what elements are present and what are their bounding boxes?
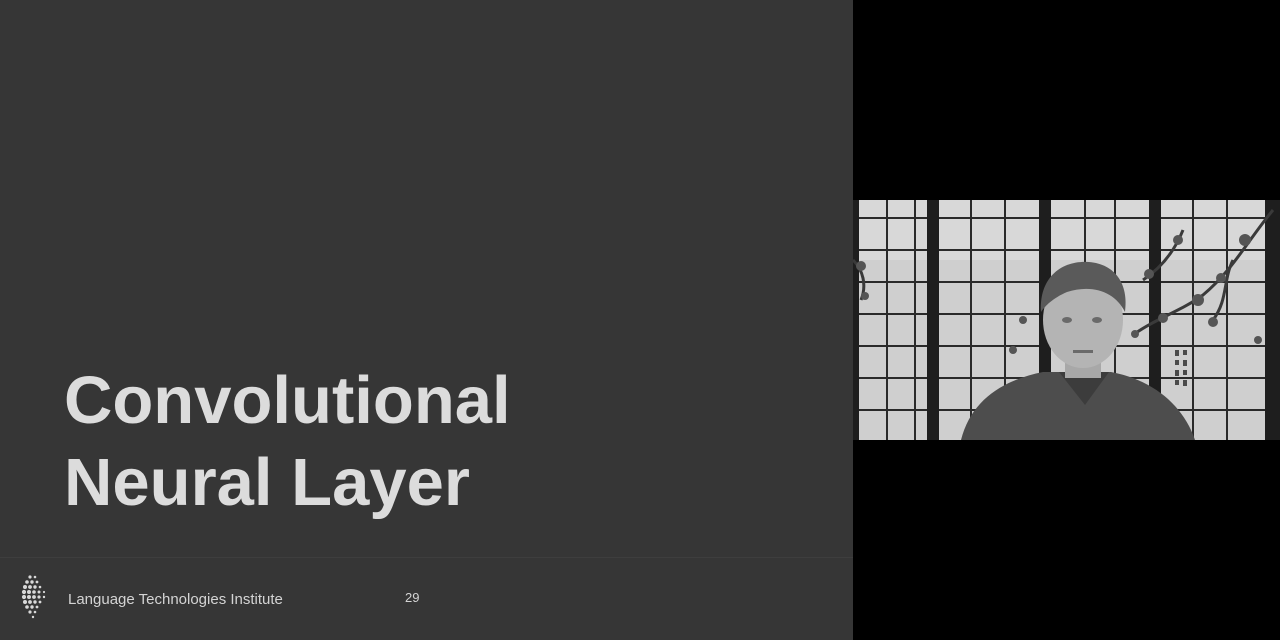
slide-title: Convolutional Neural Layer [64, 360, 824, 524]
meeting-stage: Convolutional Neural Layer Language Tech… [0, 0, 1280, 640]
participant-video-tile[interactable] [853, 200, 1280, 440]
webcam-participant-icon [853, 200, 1280, 440]
footer-organization-name: Language Technologies Institute [68, 591, 283, 608]
shared-slide: Convolutional Neural Layer Language Tech… [0, 0, 853, 640]
slide-title-line-1: Convolutional [64, 363, 511, 438]
footer-divider [0, 557, 853, 558]
slide-page-number: 29 [405, 590, 420, 605]
slide-title-line-2: Neural Layer [64, 445, 470, 520]
lti-logo-icon [21, 575, 46, 619]
